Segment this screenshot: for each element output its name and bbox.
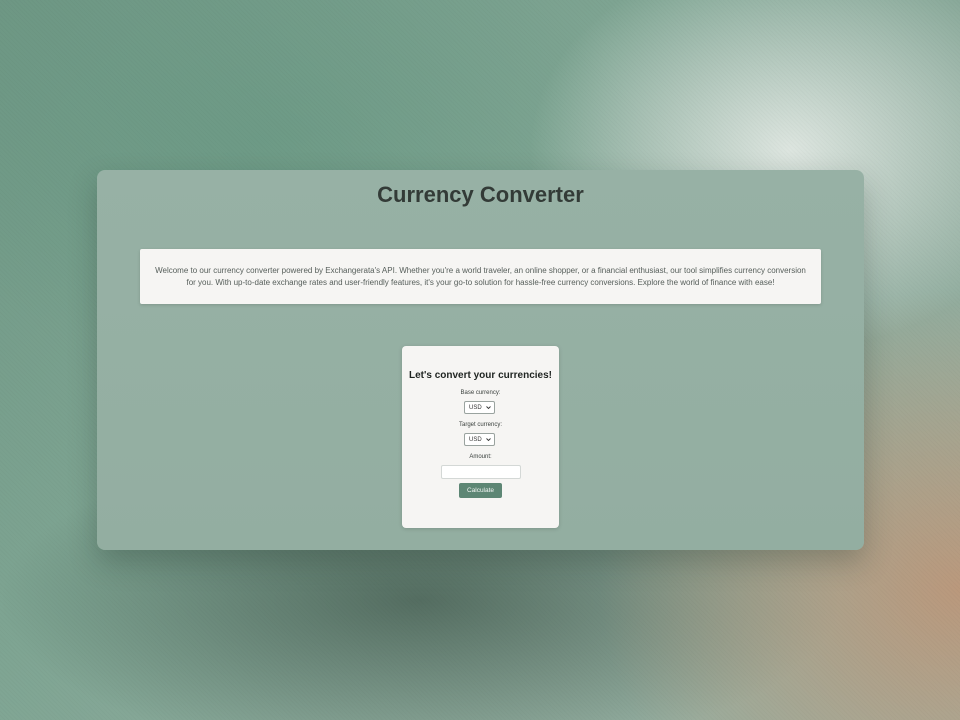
converter-heading: Let's convert your currencies! bbox=[409, 370, 552, 381]
base-currency-value: USD bbox=[469, 404, 482, 411]
chevron-down-icon bbox=[486, 406, 491, 410]
chevron-down-icon bbox=[486, 438, 491, 442]
base-currency-select[interactable]: USD bbox=[464, 401, 495, 414]
intro-text: Welcome to our currency converter powere… bbox=[155, 265, 806, 287]
target-currency-label: Target currency: bbox=[458, 422, 503, 428]
amount-label: Amount: bbox=[469, 454, 492, 460]
target-currency-value: USD bbox=[469, 436, 482, 443]
target-currency-select[interactable]: USD bbox=[464, 433, 495, 446]
amount-input[interactable] bbox=[441, 465, 521, 479]
converter-card: Let's convert your currencies! Base curr… bbox=[402, 346, 559, 528]
base-currency-label: Base currency: bbox=[460, 390, 501, 396]
intro-box: Welcome to our currency converter powere… bbox=[140, 249, 821, 304]
page-title: Currency Converter bbox=[377, 182, 584, 207]
calculate-button[interactable]: Calculate bbox=[459, 483, 502, 498]
main-panel: Currency Converter Welcome to our curren… bbox=[97, 170, 864, 550]
